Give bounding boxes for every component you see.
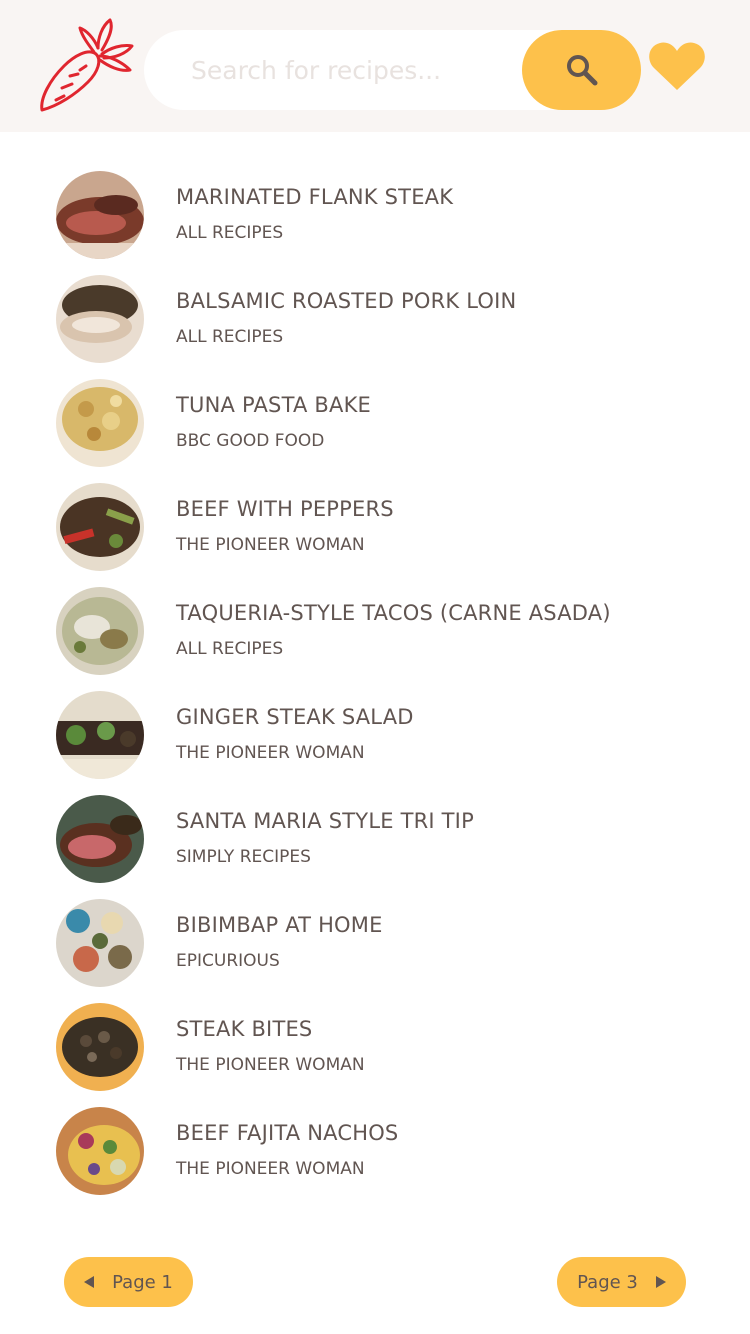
- recipe-title: BIBIMBAP AT HOME: [176, 913, 383, 937]
- recipe-title: STEAK BITES: [176, 1017, 313, 1041]
- recipe-item[interactable]: BEEF FAJITA NACHOS THE PIONEER WOMAN: [56, 1107, 706, 1195]
- carrot-logo-icon[interactable]: [36, 18, 136, 116]
- recipe-item[interactable]: STEAK BITES THE PIONEER WOMAN: [56, 1003, 706, 1091]
- recipe-source: THE PIONEER WOMAN: [176, 535, 365, 555]
- recipe-source: ALL RECIPES: [176, 223, 284, 243]
- recipe-source: THE PIONEER WOMAN: [176, 743, 365, 763]
- recipe-thumbnail: [56, 1003, 144, 1091]
- recipe-source: EPICURIOUS: [176, 951, 280, 971]
- prev-page-label: Page 1: [112, 1271, 173, 1293]
- recipe-item[interactable]: BEEF WITH PEPPERS THE PIONEER WOMAN: [56, 483, 706, 571]
- recipe-source: BBC GOOD FOOD: [176, 431, 325, 451]
- recipe-title: MARINATED FLANK STEAK: [176, 185, 454, 209]
- recipe-item[interactable]: GINGER STEAK SALAD THE PIONEER WOMAN: [56, 691, 706, 779]
- triangle-right-icon: [655, 1276, 666, 1288]
- recipe-thumbnail: [56, 483, 144, 571]
- recipe-source: THE PIONEER WOMAN: [176, 1159, 365, 1179]
- recipe-item[interactable]: TAQUERIA-STYLE TACOS (CARNE ASADA) ALL R…: [56, 587, 706, 675]
- recipe-thumbnail: [56, 795, 144, 883]
- recipe-source: SIMPLY RECIPES: [176, 847, 311, 867]
- search-icon: [566, 55, 597, 86]
- favorites-heart-icon[interactable]: [648, 40, 706, 92]
- triangle-left-icon: [84, 1276, 95, 1288]
- recipe-item[interactable]: BIBIMBAP AT HOME EPICURIOUS: [56, 899, 706, 987]
- recipe-source: ALL RECIPES: [176, 327, 284, 347]
- recipe-thumbnail: [56, 171, 144, 259]
- recipe-item[interactable]: MARINATED FLANK STEAK ALL RECIPES: [56, 171, 706, 259]
- recipe-title: BEEF WITH PEPPERS: [176, 497, 394, 521]
- recipe-title: TUNA PASTA BAKE: [176, 393, 372, 417]
- recipe-title: TAQUERIA-STYLE TACOS (CARNE ASADA): [176, 601, 611, 625]
- recipe-thumbnail: [56, 379, 144, 467]
- recipe-thumbnail: [56, 1107, 144, 1195]
- recipe-title: BEEF FAJITA NACHOS: [176, 1121, 399, 1145]
- recipe-item[interactable]: TUNA PASTA BAKE BBC GOOD FOOD: [56, 379, 706, 467]
- recipe-thumbnail: [56, 275, 144, 363]
- recipe-thumbnail: [56, 587, 144, 675]
- recipe-source: ALL RECIPES: [176, 639, 284, 659]
- search-input[interactable]: [191, 30, 511, 110]
- recipe-title: GINGER STEAK SALAD: [176, 705, 414, 729]
- recipe-item[interactable]: SANTA MARIA STYLE TRI TIP SIMPLY RECIPES: [56, 795, 706, 883]
- recipe-thumbnail: [56, 899, 144, 987]
- recipe-title: BALSAMIC ROASTED PORK LOIN: [176, 289, 517, 313]
- recipe-thumbnail: [56, 691, 144, 779]
- next-page-label: Page 3: [577, 1271, 638, 1293]
- recipe-title: SANTA MARIA STYLE TRI TIP: [176, 809, 474, 833]
- search-button[interactable]: [522, 30, 641, 110]
- next-page-button[interactable]: Page 3: [557, 1257, 686, 1307]
- prev-page-button[interactable]: Page 1: [64, 1257, 193, 1307]
- recipe-source: THE PIONEER WOMAN: [176, 1055, 365, 1075]
- recipe-item[interactable]: BALSAMIC ROASTED PORK LOIN ALL RECIPES: [56, 275, 706, 363]
- header: [0, 0, 750, 132]
